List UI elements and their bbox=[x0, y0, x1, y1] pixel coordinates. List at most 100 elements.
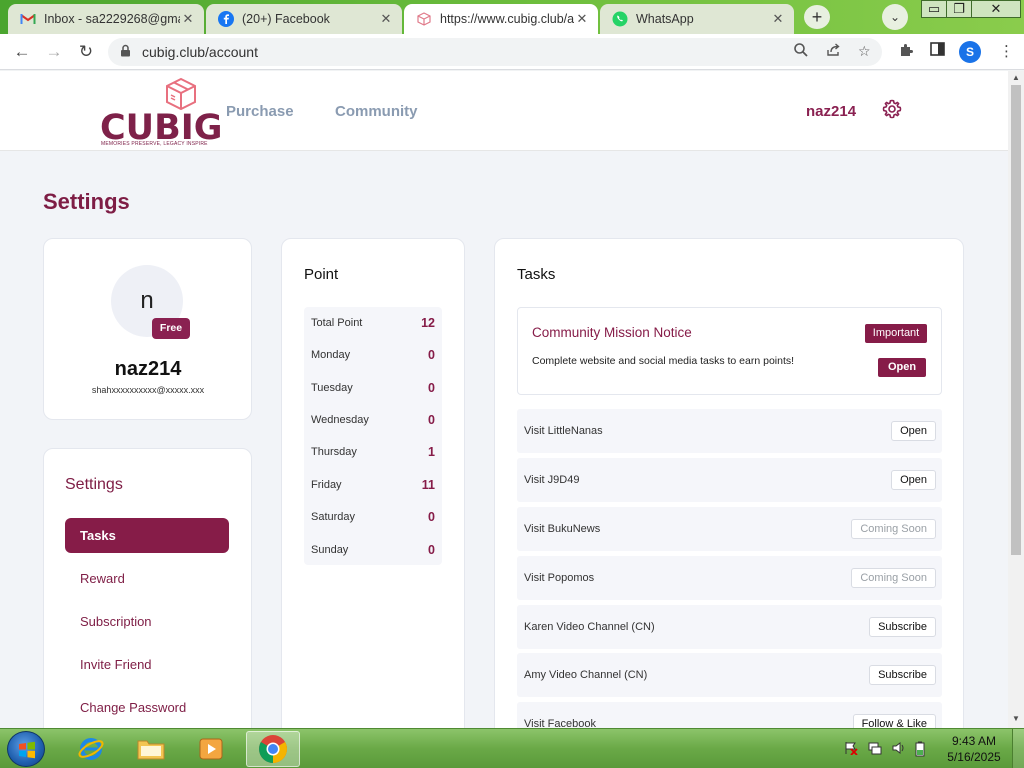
restore-button[interactable]: ❐ bbox=[946, 0, 972, 18]
more-menu-icon[interactable]: ⋮ bbox=[999, 42, 1014, 60]
minimize-button[interactable]: ▭ bbox=[921, 0, 947, 18]
profile-card: n Free naz214 shahxxxxxxxxxx@xxxxx.xxx bbox=[43, 238, 252, 420]
task-subscribe-button[interactable]: Subscribe bbox=[869, 617, 936, 637]
clock-time: 9:43 AM bbox=[951, 734, 997, 748]
logo-tagline: MEMORIES PRESERVE, LEGACY INSPIRE bbox=[101, 141, 208, 147]
task-open-button[interactable]: Open bbox=[891, 421, 936, 441]
tab-title: https://www.cubig.club/a bbox=[440, 12, 574, 26]
tasks-heading: Tasks bbox=[517, 266, 556, 283]
windows-logo-icon bbox=[19, 741, 35, 759]
profile-email: shahxxxxxxxxxx@xxxxx.xxx bbox=[91, 385, 205, 395]
lock-icon bbox=[120, 44, 131, 60]
task-subscribe-button[interactable]: Subscribe bbox=[869, 665, 936, 685]
scrollbar-thumb[interactable] bbox=[1011, 85, 1021, 555]
back-button[interactable]: ← bbox=[10, 40, 34, 64]
task-label: Visit BukuNews bbox=[524, 523, 601, 535]
menu-item-change-password[interactable]: Change Password bbox=[65, 690, 229, 725]
points-row-sunday: Sunday 0 bbox=[304, 534, 442, 566]
browser-tab-strip: Inbox - sa2229268@gma ✕ (20+) Facebook ✕… bbox=[0, 0, 1024, 34]
points-label: Total Point bbox=[311, 317, 363, 329]
new-tab-button[interactable]: + bbox=[804, 5, 830, 29]
task-coming-soon-button: Coming Soon bbox=[851, 519, 936, 539]
tab-title: Inbox - sa2229268@gma bbox=[44, 12, 180, 26]
menu-item-subscription[interactable]: Subscription bbox=[65, 604, 229, 639]
notice-open-button[interactable]: Open bbox=[878, 358, 926, 377]
taskbar-media-player[interactable] bbox=[184, 731, 238, 767]
close-icon[interactable]: ✕ bbox=[770, 11, 786, 27]
header-username[interactable]: naz214 bbox=[806, 103, 856, 120]
points-value: 0 bbox=[428, 510, 435, 524]
taskbar-chrome[interactable] bbox=[246, 731, 300, 767]
extensions-icon[interactable] bbox=[898, 42, 914, 62]
points-row-total: Total Point 12 bbox=[304, 307, 442, 339]
tab-title: (20+) Facebook bbox=[242, 12, 330, 26]
action-center-flag-icon[interactable] bbox=[844, 741, 858, 758]
tab-search-button[interactable]: ⌄ bbox=[882, 4, 908, 30]
zoom-icon[interactable] bbox=[794, 43, 808, 60]
network-icon[interactable] bbox=[868, 741, 882, 758]
task-row: Amy Video Channel (CN) Subscribe bbox=[517, 653, 942, 697]
nav-community[interactable]: Community bbox=[335, 103, 418, 120]
points-label: Tuesday bbox=[311, 382, 353, 394]
points-card: Point Total Point 12 Monday 0 Tuesday 0 … bbox=[281, 238, 465, 728]
nav-purchase[interactable]: Purchase bbox=[226, 103, 294, 120]
task-row: Visit LittleNanas Open bbox=[517, 409, 942, 453]
menu-item-reward[interactable]: Reward bbox=[65, 561, 229, 596]
points-value: 0 bbox=[428, 413, 435, 427]
close-icon[interactable]: ✕ bbox=[180, 11, 196, 27]
points-label: Wednesday bbox=[311, 414, 369, 426]
reload-button[interactable]: ↻ bbox=[74, 40, 98, 64]
side-panel-icon[interactable] bbox=[930, 42, 945, 60]
scroll-up-arrow-icon[interactable]: ▲ bbox=[1008, 73, 1024, 82]
task-row: Visit J9D49 Open bbox=[517, 458, 942, 502]
tab-facebook[interactable]: (20+) Facebook ✕ bbox=[206, 4, 402, 34]
volume-icon[interactable] bbox=[892, 741, 906, 758]
taskbar-ie[interactable] bbox=[64, 731, 118, 767]
windows-taskbar: 9:43 AM 5/16/2025 bbox=[0, 728, 1024, 768]
tab-cubig[interactable]: https://www.cubig.club/a ✕ bbox=[404, 4, 598, 34]
facebook-icon bbox=[218, 11, 234, 27]
close-icon[interactable]: ✕ bbox=[574, 11, 590, 27]
share-icon[interactable] bbox=[826, 43, 841, 60]
forward-button[interactable]: → bbox=[42, 40, 66, 64]
task-follow-button[interactable]: Follow & Like bbox=[852, 714, 936, 728]
settings-menu-card: Settings Tasks Reward Subscription Invit… bbox=[43, 448, 252, 728]
battery-icon[interactable] bbox=[914, 741, 926, 760]
task-row: Visit Facebook Follow & Like bbox=[517, 702, 942, 728]
start-button[interactable] bbox=[7, 731, 45, 767]
points-label: Monday bbox=[311, 349, 351, 361]
tab-gmail[interactable]: Inbox - sa2229268@gma ✕ bbox=[8, 4, 204, 34]
cube-logo-icon bbox=[166, 77, 196, 111]
cubig-icon bbox=[416, 11, 432, 27]
plan-badge: Free bbox=[152, 318, 190, 339]
close-window-button[interactable]: ✕ bbox=[971, 0, 1021, 18]
taskbar-explorer[interactable] bbox=[124, 731, 178, 767]
settings-menu-heading: Settings bbox=[65, 476, 123, 493]
show-desktop-button[interactable] bbox=[1012, 729, 1024, 768]
notice-title: Community Mission Notice bbox=[532, 325, 692, 340]
address-bar[interactable]: cubig.club/account ☆ bbox=[108, 38, 882, 66]
task-label: Visit Facebook bbox=[524, 718, 596, 728]
scroll-down-arrow-icon[interactable]: ▼ bbox=[1008, 714, 1024, 723]
menu-item-tasks[interactable]: Tasks bbox=[65, 518, 229, 553]
browser-toolbar: ← → ↻ cubig.club/account ☆ ⋮ bbox=[0, 34, 1024, 70]
page-scrollbar[interactable]: ▲ ▼ bbox=[1008, 71, 1024, 728]
bookmark-star-icon[interactable]: ☆ bbox=[858, 43, 871, 60]
taskbar-clock[interactable]: 9:43 AM 5/16/2025 bbox=[944, 733, 1004, 765]
clock-date: 5/16/2025 bbox=[947, 750, 1001, 764]
tab-whatsapp[interactable]: WhatsApp ✕ bbox=[600, 4, 794, 34]
menu-item-invite-friend[interactable]: Invite Friend bbox=[65, 647, 229, 682]
close-icon[interactable]: ✕ bbox=[378, 11, 394, 27]
profile-username: naz214 bbox=[114, 358, 182, 380]
tab-title: WhatsApp bbox=[636, 12, 694, 26]
task-open-button[interactable]: Open bbox=[891, 470, 936, 490]
cubig-logo[interactable]: CUBIG MEMORIES PRESERVE, LEGACY INSPIRE bbox=[100, 75, 223, 148]
gear-icon[interactable] bbox=[882, 99, 902, 119]
task-label: Visit Popomos bbox=[524, 572, 595, 584]
points-label: Thursday bbox=[311, 446, 357, 458]
task-row: Visit BukuNews Coming Soon bbox=[517, 507, 942, 551]
profile-avatar[interactable]: S bbox=[959, 41, 981, 63]
folder-icon bbox=[137, 740, 165, 760]
points-value: 12 bbox=[421, 316, 435, 330]
media-player-icon bbox=[199, 738, 223, 760]
